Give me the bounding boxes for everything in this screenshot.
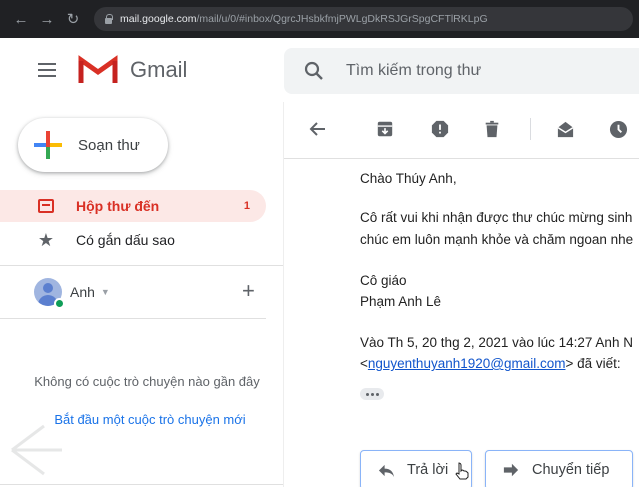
online-status-icon xyxy=(54,298,65,309)
browser-forward-icon[interactable]: → xyxy=(36,8,58,30)
search-bar[interactable]: Tìm kiếm trong thư xyxy=(284,48,639,94)
panel-divider xyxy=(283,102,284,487)
quote-header-line2: <nguyenthuyanh1920@gmail.com> đã viết: xyxy=(360,356,621,371)
forward-label: Chuyển tiếp xyxy=(532,462,610,478)
url-path: /mail/u/0/#inbox/QgrcJHsbkfmjPWLgDkRSJGr… xyxy=(196,13,488,25)
gmail-logo[interactable]: Gmail xyxy=(78,55,187,85)
sender-email-link[interactable]: nguyenthuyanh1920@gmail.com xyxy=(368,356,566,371)
main-menu-icon[interactable] xyxy=(38,62,60,78)
snooze-icon[interactable] xyxy=(607,118,629,140)
compose-label: Soạn thư xyxy=(78,136,140,154)
quote-header: Vào Th 5, 20 thg 2, 2021 vào lúc 14:27 A… xyxy=(360,335,633,350)
search-input[interactable]: Tìm kiếm trong thư xyxy=(346,62,481,80)
forward-icon xyxy=(502,461,520,479)
search-icon[interactable] xyxy=(304,61,324,81)
message-body-line: Cô rất vui khi nhận được thư chúc mừng s… xyxy=(360,210,633,225)
lock-icon xyxy=(104,14,113,24)
sidebar-item-inbox[interactable]: Hộp thư đến 1 xyxy=(0,190,266,222)
signature-name: Phạm Anh Lê xyxy=(360,294,442,309)
star-icon: ★ xyxy=(37,229,55,250)
sidebar-bottom-divider xyxy=(0,484,283,485)
hand-pointer-icon xyxy=(455,462,469,480)
forward-button[interactable]: Chuyển tiếp xyxy=(485,450,633,487)
signature-title: Cô giáo xyxy=(360,273,407,288)
new-chat-plus-icon[interactable]: + xyxy=(242,280,255,302)
gmail-header: Gmail Tìm kiếm trong thư xyxy=(0,38,639,102)
sidebar-item-label: Hộp thư đến xyxy=(76,198,160,214)
show-trimmed-content-button[interactable] xyxy=(360,388,384,400)
toolbar-divider xyxy=(284,158,639,159)
url-host: mail.google.com xyxy=(120,13,197,25)
reply-icon xyxy=(377,461,395,479)
sidebar-divider xyxy=(0,265,283,266)
sidebar-item-label: Có gắn dấu sao xyxy=(76,232,175,248)
quote-suffix: > đã viết: xyxy=(565,356,621,371)
hangouts-divider xyxy=(0,318,266,319)
archive-icon[interactable] xyxy=(374,118,396,140)
hangouts-user[interactable]: Anh ▼ xyxy=(34,278,110,306)
gmail-m-icon xyxy=(78,55,118,83)
browser-back-icon[interactable]: ← xyxy=(10,8,32,30)
report-spam-icon[interactable] xyxy=(429,118,451,140)
quote-bracket-open: < xyxy=(360,356,368,371)
reply-label: Trả lời xyxy=(407,462,449,478)
plus-icon xyxy=(34,131,62,159)
message-body-line: chúc em luôn mạnh khỏe và chăm ngoan nhe xyxy=(360,232,634,247)
app-name: Gmail xyxy=(130,57,188,82)
compose-button[interactable]: Soạn thư xyxy=(18,118,168,172)
address-bar[interactable]: mail.google.com /mail/u/0/#inbox/QgrcJHs… xyxy=(94,7,633,31)
mark-unread-icon[interactable] xyxy=(554,118,576,140)
delete-icon[interactable] xyxy=(481,118,503,140)
message-greeting: Chào Thúy Anh, xyxy=(360,171,457,186)
sidebar-item-starred[interactable]: ★ Có gắn dấu sao xyxy=(0,224,266,256)
back-arrow-icon[interactable] xyxy=(307,118,329,140)
inbox-icon xyxy=(36,196,56,216)
browser-reload-icon[interactable]: ↻ xyxy=(62,8,84,30)
toolbar-separator xyxy=(530,118,531,140)
no-recent-chats-text: Không có cuộc trò chuyện nào gần đây xyxy=(34,374,260,389)
hangouts-user-name: Anh xyxy=(70,284,95,300)
watermark-arrow-icon xyxy=(11,424,62,476)
unread-count: 1 xyxy=(243,200,250,212)
browser-toolbar: ← → ↻ mail.google.com /mail/u/0/#inbox/Q… xyxy=(0,0,639,38)
chevron-down-icon[interactable]: ▼ xyxy=(101,287,110,297)
